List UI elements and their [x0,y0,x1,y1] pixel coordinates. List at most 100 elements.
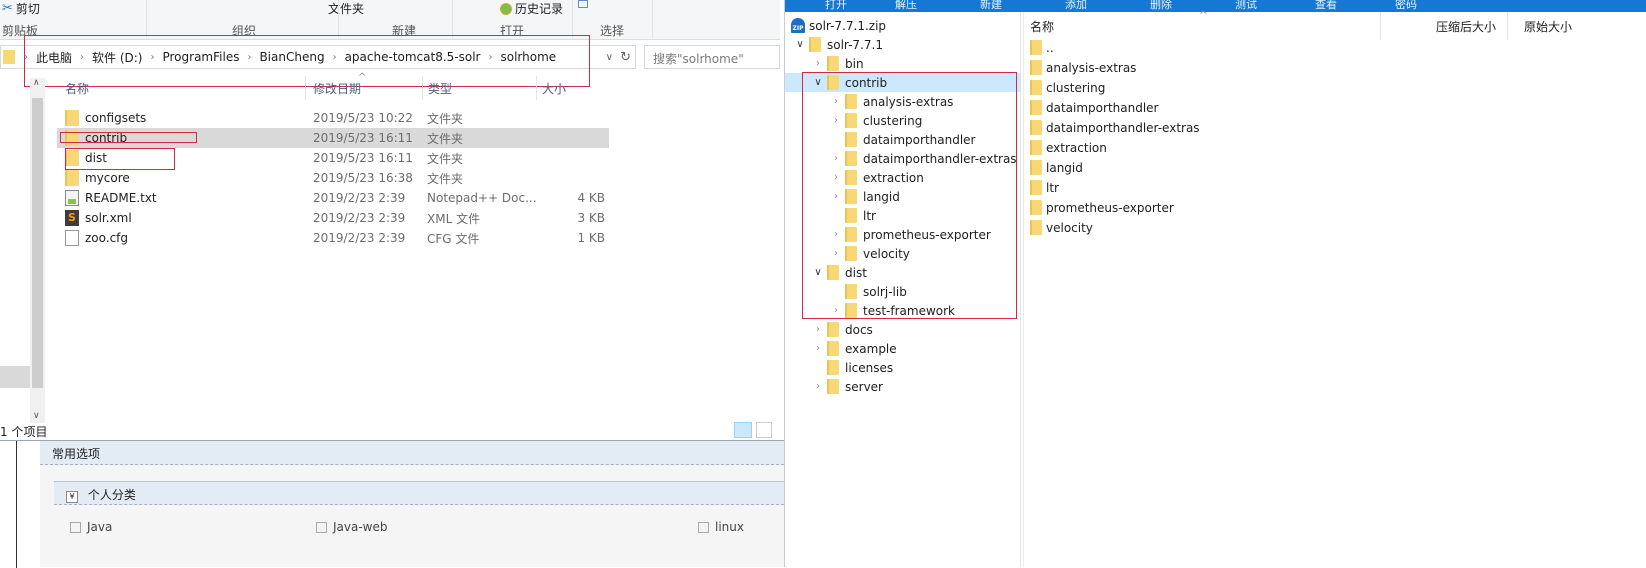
folder-icon [845,208,857,223]
chevron-right-icon[interactable]: › [831,305,841,316]
chevron-right-icon[interactable]: › [813,343,823,354]
file-row[interactable]: contrib 2019/5/23 16:11 文件夹 [57,128,609,148]
new-folder-button[interactable]: 文件夹 [328,0,364,17]
tree-item[interactable]: › docs [785,320,1021,339]
tree-item[interactable]: › clustering [785,111,1021,130]
file-row[interactable]: README.txt 2019/2/23 2:39 Notepad++ Doc.… [57,188,609,208]
tree-item[interactable]: › langid [785,187,1021,206]
list-item[interactable]: clustering [1030,78,1370,98]
tree-item[interactable]: ∨ dist [785,263,1021,282]
chevron-right-icon[interactable]: › [831,96,841,107]
toolbar-extract[interactable]: 解压 [895,0,917,12]
list-item[interactable]: .. [1030,38,1370,58]
chevron-right-icon[interactable]: › [831,229,841,240]
toolbar-password[interactable]: 密码 [1395,0,1417,12]
chevron-right-icon[interactable]: › [831,172,841,183]
history-button[interactable]: 历史记录 [500,0,563,17]
scroll-up-icon[interactable]: ∧ [33,78,40,88]
list-item-label: langid [1046,161,1083,175]
breadcrumb-programfiles[interactable]: ProgramFiles [157,50,244,64]
large-icons-view-button[interactable] [756,422,772,438]
tree-item[interactable]: › bin [785,54,1021,73]
tree-item[interactable]: solrj-lib [785,282,1021,301]
category-checkbox[interactable]: linux [698,520,744,534]
chevron-right-icon[interactable]: › [813,58,823,69]
list-item-label: velocity [1046,221,1093,235]
chevron-right-icon[interactable]: › [813,324,823,335]
tree-item[interactable]: ∨ solr-7.7.1 [785,35,1021,54]
breadcrumb-tomcat[interactable]: apache-tomcat8.5-solr [340,50,486,64]
toolbar-new[interactable]: 新建 [980,0,1002,12]
chevron-right-icon[interactable]: › [813,381,823,392]
category-checkbox[interactable]: Java [70,520,112,534]
list-item[interactable]: prometheus-exporter [1030,198,1370,218]
list-item[interactable]: analysis-extras [1030,58,1370,78]
tree-item[interactable]: › extraction [785,168,1021,187]
details-view-button[interactable] [734,422,752,438]
chevron-down-icon[interactable]: ∨ [813,267,823,278]
nav-pane-selected-item[interactable] [0,366,30,388]
search-input[interactable]: 搜索"solrhome" [644,45,780,69]
checkbox[interactable] [316,521,327,533]
chevron-right-icon[interactable]: › [831,248,841,259]
file-row[interactable]: zoo.cfg 2019/2/23 2:39 CFG 文件 1 KB [57,228,609,248]
file-row[interactable]: mycore 2019/5/23 16:38 文件夹 [57,168,609,188]
file-row[interactable]: dist 2019/5/23 16:11 文件夹 [57,148,609,168]
column-header-name[interactable]: 名称 [1030,18,1054,35]
list-item[interactable]: velocity [1030,218,1370,238]
list-item[interactable]: ltr [1030,178,1370,198]
tree-item[interactable]: › prometheus-exporter [785,225,1021,244]
column-header-compressed-size[interactable]: 压缩后大小 [1436,18,1496,35]
tree-item[interactable]: › velocity [785,244,1021,263]
chevron-down-icon[interactable]: ∨ [795,39,805,50]
tree-item[interactable]: › test-framework [785,301,1021,320]
personal-category-header[interactable]: ¥ 个人分类 [54,481,784,505]
category-checkbox[interactable]: Java-web [316,520,388,534]
file-row[interactable]: configsets 2019/5/23 10:22 文件夹 [57,108,609,128]
chevron-right-icon[interactable]: › [831,191,841,202]
divider [305,76,306,100]
tree-item[interactable]: licenses [785,358,1021,377]
address-bar[interactable]: › 此电脑 › 软件 (D:) › ProgramFiles › BianChe… [0,45,636,69]
breadcrumb-solrhome[interactable]: solrhome [496,50,562,64]
column-header-size[interactable]: 大小 [542,80,566,97]
chevron-down-icon[interactable]: ∨ [606,52,613,63]
collapse-icon[interactable]: ¥ [66,491,78,503]
tree-item[interactable]: ltr [785,206,1021,225]
scrollbar-thumb[interactable] [32,98,43,388]
chevron-down-icon[interactable]: ∨ [813,77,823,88]
tree-item[interactable]: ZIP solr-7.7.1.zip [785,16,1021,35]
column-header-type[interactable]: 类型 [428,80,452,97]
checkbox[interactable] [70,521,81,533]
cut-button[interactable]: ✂ 剪切 [2,0,40,17]
breadcrumb-drive[interactable]: 软件 (D:) [87,49,147,66]
tree-item[interactable]: › server [785,377,1021,396]
folder-icon [1030,60,1042,75]
tree-item[interactable]: › analysis-extras [785,92,1021,111]
toolbar-view[interactable]: 查看 [1315,0,1337,12]
tree-item[interactable]: dataimporthandler [785,130,1021,149]
chevron-right-icon[interactable]: › [831,115,841,126]
checkbox[interactable] [698,521,709,533]
toolbar-add[interactable]: 添加 [1065,0,1087,12]
toolbar-test[interactable]: 测试 [1235,0,1257,12]
column-header-date[interactable]: 修改日期 [313,80,361,97]
list-item[interactable]: dataimporthandler [1030,98,1370,118]
select-all-button[interactable] [578,0,588,8]
column-header-original-size[interactable]: 原始大小 [1524,18,1572,35]
list-item[interactable]: dataimporthandler-extras [1030,118,1370,138]
tree-item[interactable]: ∨ contrib [785,73,1021,92]
file-row[interactable]: S solr.xml 2019/2/23 2:39 XML 文件 3 KB [57,208,609,228]
tree-item[interactable]: › example [785,339,1021,358]
tree-item[interactable]: › dataimporthandler-extras [785,149,1021,168]
breadcrumb-this-pc[interactable]: 此电脑 [31,49,77,66]
toolbar-open[interactable]: 打开 [825,0,847,12]
list-item[interactable]: extraction [1030,138,1370,158]
column-header-name[interactable]: 名称 [65,80,89,97]
chevron-right-icon[interactable]: › [831,153,841,164]
toolbar-delete[interactable]: 删除 [1150,0,1172,12]
breadcrumb-biancheng[interactable]: BianCheng [254,50,329,64]
list-item[interactable]: langid [1030,158,1370,178]
refresh-icon[interactable]: ↻ [620,50,631,65]
nav-pane-scrollbar[interactable]: ∧ ∨ [30,78,45,423]
